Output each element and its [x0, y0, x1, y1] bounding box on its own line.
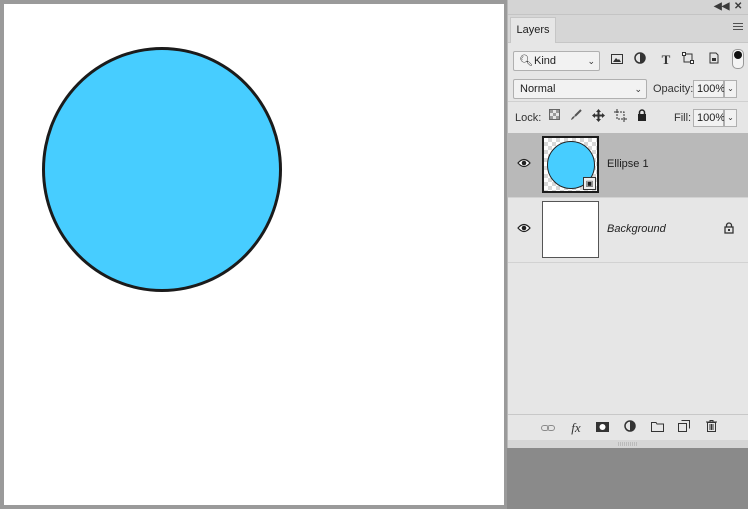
chevron-down-icon: ⌄	[587, 56, 595, 66]
lock-label: Lock:	[515, 112, 542, 124]
shape-layer-icon: ▣	[583, 177, 596, 190]
collapse-icon[interactable]: ◀◀	[714, 0, 729, 14]
layer-name[interactable]: Ellipse 1	[607, 158, 649, 170]
document-canvas[interactable]	[4, 4, 504, 505]
delete-layer-icon[interactable]	[703, 420, 719, 436]
lock-transparent-icon[interactable]	[547, 109, 561, 123]
close-icon[interactable]: ✕	[734, 0, 742, 14]
lock-icon[interactable]	[724, 222, 734, 234]
smart-object-filter-icon[interactable]	[706, 52, 722, 68]
lock-position-icon[interactable]	[591, 109, 605, 123]
kind-label: Kind	[534, 55, 557, 67]
kind-filter-dropdown[interactable]: 🔍︎ Kind ⌄	[513, 51, 600, 71]
blend-mode-value: Normal	[520, 83, 556, 95]
link-layers-icon[interactable]	[540, 420, 556, 436]
fill-label: Fill:	[674, 112, 692, 124]
opacity-input[interactable]: 100%	[693, 80, 725, 98]
layer-thumbnail[interactable]: ▣	[542, 136, 599, 193]
panel-menu-icon[interactable]	[733, 21, 743, 32]
layers-panel: ◀◀ ✕ Layers 🔍︎ Kind ⌄ T Normal ⌄ Opacity…	[507, 0, 748, 448]
add-mask-icon[interactable]	[594, 420, 610, 436]
layer-row-background[interactable]: Background	[508, 198, 748, 263]
blend-mode-dropdown[interactable]: Normal ⌄	[513, 79, 647, 99]
panel-topbar: ◀◀ ✕	[508, 0, 748, 15]
canvas-area[interactable]	[0, 0, 507, 509]
filter-row: 🔍︎ Kind ⌄ T	[508, 43, 748, 73]
resize-grip[interactable]	[508, 440, 748, 448]
lock-all-icon[interactable]	[635, 109, 649, 123]
opacity-dropdown-icon[interactable]: ⌄	[724, 80, 737, 98]
fx-icon[interactable]: fx	[568, 420, 584, 436]
layer-row-ellipse-1[interactable]: ▣ Ellipse 1	[508, 133, 748, 198]
fill-dropdown-icon[interactable]: ⌄	[724, 109, 737, 127]
opacity-label: Opacity:	[653, 83, 694, 95]
layer-thumbnail[interactable]	[542, 201, 599, 258]
filter-toggle-icon[interactable]	[732, 49, 744, 69]
blend-row: Normal ⌄ Opacity: 100% ⌄	[508, 73, 748, 101]
adjustment-filter-icon[interactable]	[632, 52, 648, 68]
lock-row: Lock: Fill: 100% ⌄	[508, 101, 748, 130]
ellipse-shape[interactable]	[42, 47, 282, 292]
new-layer-icon[interactable]	[676, 420, 692, 436]
layers-list: ▣ Ellipse 1 Background	[508, 133, 748, 263]
lock-image-icon[interactable]	[569, 109, 583, 123]
shape-filter-icon[interactable]	[680, 52, 696, 68]
type-filter-icon[interactable]: T	[658, 52, 674, 68]
image-filter-icon[interactable]	[609, 52, 625, 68]
search-icon: 🔍︎	[519, 55, 533, 67]
panel-bottom-bar: fx	[508, 414, 748, 441]
layer-name[interactable]: Background	[607, 223, 666, 235]
tab-layers[interactable]: Layers	[510, 17, 556, 43]
adjustment-layer-icon[interactable]	[622, 420, 638, 436]
tab-row: Layers	[508, 15, 748, 43]
new-group-icon[interactable]	[649, 420, 665, 436]
eye-icon[interactable]	[517, 158, 531, 168]
fill-input[interactable]: 100%	[693, 109, 725, 127]
chevron-down-icon: ⌄	[634, 84, 642, 94]
eye-icon[interactable]	[517, 223, 531, 233]
lock-artboard-icon[interactable]	[613, 109, 627, 123]
